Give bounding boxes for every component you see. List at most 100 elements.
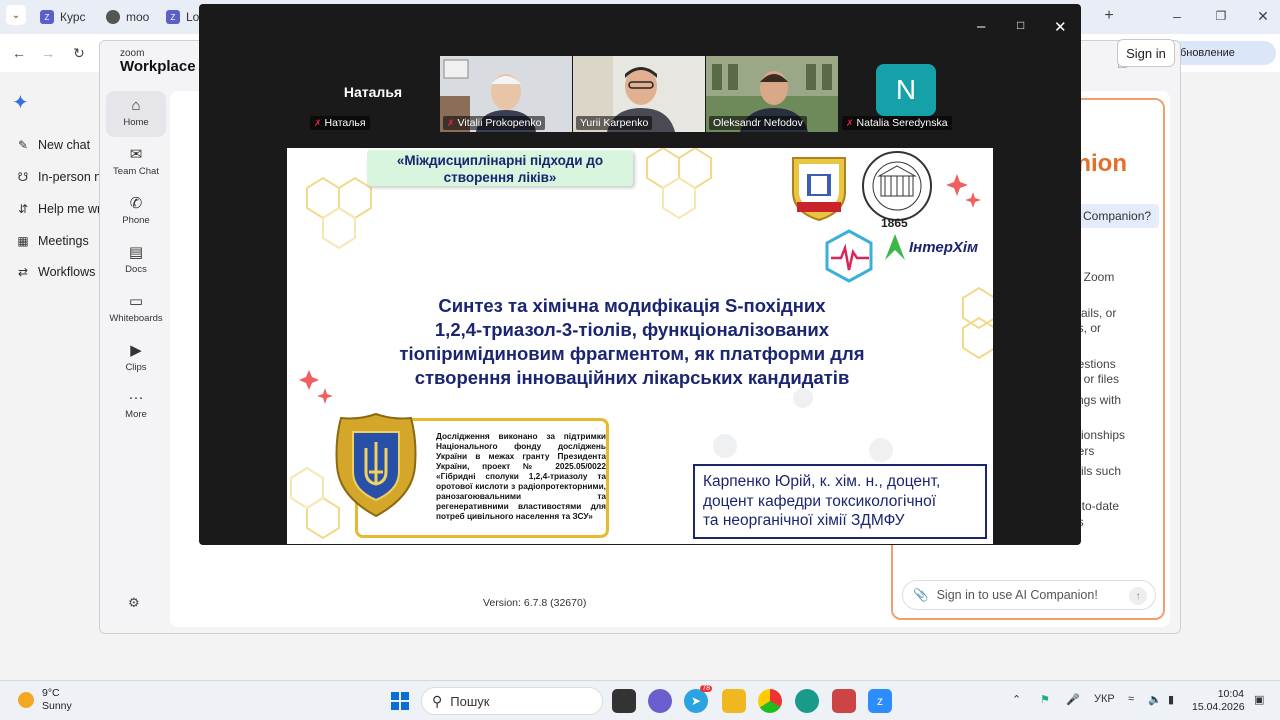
language-indicator[interactable]: УКР	[1094, 693, 1115, 705]
copilot-sidebar	[0, 72, 100, 680]
participant-label: ✗ Vitalii Prokopenko	[443, 116, 546, 130]
mic-muted-icon: ✗	[846, 117, 854, 128]
edge-icon[interactable]	[795, 689, 819, 713]
meeting-maximize-icon[interactable]: □	[1017, 18, 1024, 32]
mic-muted-icon: ✗	[447, 117, 455, 128]
slide-title-line: Синтез та хімічна модифікація S-похідних	[438, 295, 826, 316]
slide-title-line: 1,2,4-триазол-3-тіолів, функціоналізован…	[434, 319, 830, 340]
help-write-icon: ⇵	[17, 202, 29, 216]
zoom-favicon-icon: Z	[40, 10, 54, 24]
rail-item-home[interactable]: ⌂ Home	[106, 91, 166, 137]
copilot-sparkle-icon[interactable]: ✦	[12, 90, 29, 115]
rail-label: Home	[123, 117, 149, 128]
participant-display-name: Наталья	[343, 84, 403, 100]
meetings-icon: ▦	[17, 234, 29, 248]
participant-tile[interactable]: ✗ Vitalii Prokopenko	[440, 56, 572, 132]
interhim-logo: ІнтерХім	[883, 232, 978, 262]
sidebar-item-label: Help me wri	[38, 202, 104, 216]
rail-item-phone[interactable]: ✆ Phone	[106, 194, 166, 226]
sunny-icon	[18, 692, 34, 708]
show-hidden-icons-icon[interactable]: ⌃	[1012, 693, 1021, 706]
volume-icon[interactable]: 🔈	[1148, 693, 1162, 706]
back-icon[interactable]: ←	[8, 42, 30, 64]
participant-label: Oleksandr Nefodov	[709, 116, 807, 130]
mic-muted-icon: ✗	[314, 117, 322, 128]
rail-item-clips[interactable]: ▶ Clips	[106, 341, 166, 373]
sidebar-item-in-person[interactable]: ☋ In-person no	[16, 170, 109, 184]
participant-tile[interactable]: N ✗ Natalia Seredynska	[839, 56, 971, 132]
in-person-icon: ☋	[17, 170, 29, 184]
author-line: Карпенко Юрій, к. хім. н., доцент,	[703, 473, 941, 490]
rail-label: Phone	[122, 215, 150, 226]
more-icon: ···	[128, 389, 144, 406]
browser-tab-1[interactable]: moo	[100, 5, 149, 29]
telegram-icon[interactable]: ➤ 78	[684, 685, 712, 713]
sidebar-item-workflows[interactable]: ⇄ Workflows	[16, 265, 95, 279]
send-arrow-icon[interactable]: ↑	[1129, 587, 1147, 605]
interhim-leaf-icon	[885, 234, 905, 260]
windows-start-icon[interactable]	[388, 689, 412, 713]
meeting-close-icon[interactable]: ✕	[1054, 18, 1067, 36]
sidebar-item-help-write[interactable]: ⇵ Help me wri	[16, 202, 104, 216]
sidebar-item-meetings[interactable]: ▦ Meetings	[16, 234, 89, 248]
new-tab-icon[interactable]: +	[1098, 5, 1120, 27]
microphone-icon[interactable]: 🎤	[1066, 693, 1080, 706]
sign-in-button[interactable]: Sign in	[1117, 39, 1175, 67]
chrome-icon[interactable]	[758, 689, 782, 713]
wifi-icon[interactable]: ≈	[1128, 693, 1134, 705]
brand-big: Workplace	[120, 58, 196, 75]
file-explorer-icon[interactable]	[722, 689, 746, 713]
rail-label: Team Chat	[113, 166, 159, 177]
reload-icon[interactable]: ↻	[68, 42, 90, 64]
zoom-app-icon[interactable]: z	[868, 689, 892, 713]
author-line: доцент кафедри токсикологічної	[703, 492, 936, 510]
grant-text: Дослідження виконано за підтримки Націон…	[436, 431, 606, 521]
ai-companion-suggestion[interactable]: Companion?	[1075, 204, 1160, 228]
participant-tile[interactable]: Наталья ✗ Наталья	[307, 56, 439, 132]
security-icon[interactable]: ⚑	[1040, 693, 1050, 706]
rail-label: More	[125, 409, 147, 420]
task-view-icon[interactable]	[612, 689, 636, 713]
notifications-icon[interactable]: ▣	[1254, 693, 1264, 706]
close-icon[interactable]: ✕	[1252, 5, 1274, 27]
browser-tab-0[interactable]: Z Курс	[34, 5, 86, 29]
author-line: та неорганічної хімії ЗДМФУ	[703, 512, 905, 529]
rail-item-more[interactable]: ··· More	[106, 389, 166, 420]
weather-widget[interactable]: 9°C Sunny	[18, 687, 72, 713]
attach-icon[interactable]: 📎	[913, 588, 929, 603]
browser-tab-label: moo	[126, 10, 150, 24]
shared-screen-slide: «Міждисциплінарні підходи до створення л…	[287, 148, 993, 544]
participant-tile-active-speaker[interactable]: Oleksandr Nefodov	[706, 56, 838, 132]
battery-icon[interactable]: ▮	[1168, 693, 1174, 706]
tab-list-button[interactable]: ⌄	[6, 5, 26, 25]
participant-name: Vitalii Prokopenko	[457, 117, 542, 129]
notification-badge: 78	[700, 685, 712, 692]
search-icon: ⚲	[432, 692, 443, 709]
participant-label: ✗ Natalia Seredynska	[842, 116, 952, 130]
minimize-icon[interactable]: –	[1166, 5, 1188, 27]
zoom-favicon-icon: Z	[166, 10, 180, 24]
settings-gear-icon[interactable]: ⚙	[128, 595, 140, 611]
phone-icon: ✆	[129, 195, 143, 212]
browser-tab-2[interactable]: Z Lo	[160, 5, 199, 29]
participant-label: Yurii Karpenko	[576, 116, 653, 130]
docs-icon: ▤	[128, 244, 144, 261]
chat-app-icon[interactable]	[648, 689, 672, 713]
meeting-minimize-icon[interactable]: –	[977, 18, 985, 35]
sidebar-item-label: Meetings	[38, 234, 89, 248]
zoom-logo: zoom Workplace	[120, 49, 196, 75]
forward-icon[interactable]: →	[37, 42, 59, 64]
rail-item-whiteboards[interactable]: ▭ Whiteboards	[106, 292, 166, 324]
browser-tab-label: Курс	[60, 10, 86, 24]
ai-companion-input[interactable]: 📎 Sign in to use AI Companion! ↑	[902, 580, 1156, 610]
rail-item-docs[interactable]: ▤ Docs	[106, 243, 166, 275]
restore-icon[interactable]: ❐	[1210, 5, 1232, 27]
system-clock[interactable]: 10:04 15.04.2026	[1192, 688, 1245, 714]
participant-tile[interactable]: Yurii Karpenko	[573, 56, 705, 132]
taskbar-search[interactable]: ⚲ Пошук	[421, 687, 603, 715]
participant-label: ✗ Наталья	[310, 116, 370, 130]
participant-avatar: N	[876, 64, 936, 116]
sidebar-item-new-chat[interactable]: ✎ New chat	[16, 138, 90, 152]
rail-item-team-chat[interactable]: ✉ Team Chat	[106, 145, 166, 177]
snipping-tool-icon[interactable]	[832, 689, 856, 713]
